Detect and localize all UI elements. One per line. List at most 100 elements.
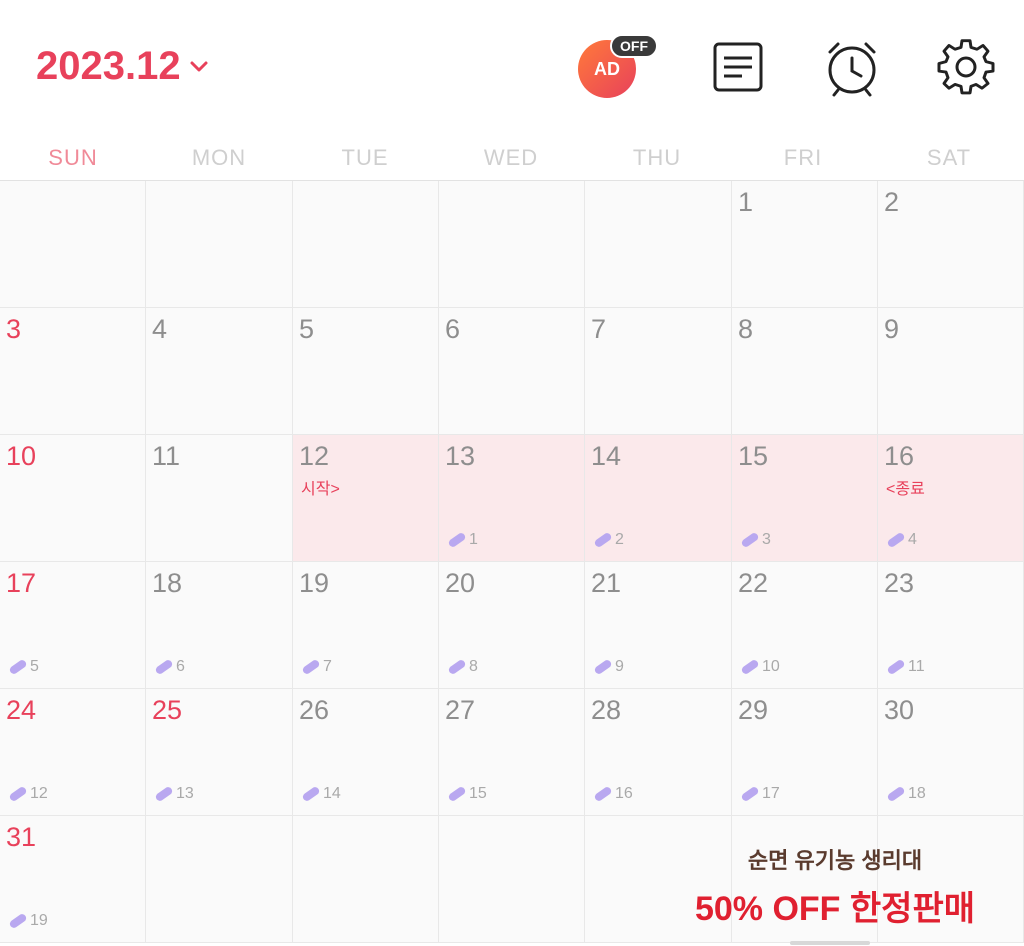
empty-day-cell[interactable] (146, 181, 293, 308)
day-number: 24 (6, 695, 37, 725)
pill-indicator: 10 (740, 658, 780, 676)
pill-day-count: 4 (908, 531, 917, 548)
pill-indicator: 2 (593, 531, 624, 549)
day-cell[interactable]: 31 19 (0, 816, 146, 943)
day-number: 1 (738, 187, 754, 217)
empty-day-cell[interactable] (439, 816, 585, 943)
gear-icon (937, 39, 995, 95)
day-cell[interactable]: 17 5 (0, 562, 146, 689)
settings-button[interactable] (936, 38, 996, 98)
day-cell[interactable]: 12 시작> (293, 435, 439, 562)
day-cell[interactable]: 4 (146, 308, 293, 435)
day-cell[interactable]: 18 6 (146, 562, 293, 689)
pill-icon (741, 533, 759, 547)
day-number: 22 (738, 568, 769, 598)
day-cell[interactable]: 7 (585, 308, 732, 435)
weekday-tue: TUE (341, 145, 389, 170)
ad-offer: 50% OFF 한정판매 (694, 890, 976, 928)
day-cell[interactable]: 23 11 (878, 562, 1024, 689)
day-number: 30 (884, 695, 915, 725)
pill-icon (448, 660, 466, 674)
weekday-thu: THU (632, 145, 682, 170)
weekday-header: SUN MON TUE WED THU FRI SAT (0, 135, 1024, 180)
day-number: 23 (884, 568, 915, 598)
weekday-fri: FRI (783, 145, 823, 170)
day-cell[interactable]: 9 (878, 308, 1024, 435)
day-number: 16 (884, 441, 915, 471)
day-number: 12 (299, 441, 330, 471)
month-label: 2023.12 (36, 44, 181, 88)
day-cell[interactable]: 27 15 (439, 689, 585, 816)
pill-icon (155, 787, 173, 801)
day-cell[interactable]: 29 17 (732, 689, 878, 816)
alarm-button[interactable] (822, 38, 882, 98)
day-cell[interactable]: 1 (732, 181, 878, 308)
pill-indicator: 16 (593, 785, 633, 803)
pill-day-count: 8 (469, 658, 478, 675)
pill-indicator: 8 (447, 658, 478, 676)
pill-icon (594, 787, 612, 801)
day-cell[interactable]: 24 12 (0, 689, 146, 816)
day-cell[interactable]: 21 9 (585, 562, 732, 689)
day-number: 6 (445, 314, 461, 344)
ad-badge-text: AD (594, 58, 620, 79)
calendar-grid: 1 2 3 4 5 6 7 8 9 10 11 12 시작> 13 1 14 2 15 3 16 <종료 4 17 5 18 6 1… (0, 180, 1024, 946)
pill-indicator: 6 (154, 658, 185, 676)
ad-banner[interactable]: 순면 유기농 생리대 50% OFF 한정판매 (690, 843, 980, 930)
ad-off-button[interactable]: AD OFF (576, 34, 658, 98)
day-number: 9 (884, 314, 900, 344)
empty-day-cell[interactable] (293, 816, 439, 943)
day-number: 15 (738, 441, 769, 471)
period-note: <종료 (886, 481, 925, 498)
pill-day-count: 15 (469, 785, 487, 802)
day-number: 17 (6, 568, 37, 598)
day-cell[interactable]: 20 8 (439, 562, 585, 689)
pill-icon (594, 533, 612, 547)
empty-day-cell[interactable] (585, 181, 732, 308)
day-number: 5 (299, 314, 315, 344)
pill-indicator: 19 (8, 912, 48, 930)
notes-button[interactable] (708, 38, 768, 98)
empty-day-cell[interactable] (0, 181, 146, 308)
alarm-icon (828, 42, 876, 97)
day-cell[interactable]: 14 2 (585, 435, 732, 562)
day-cell[interactable]: 30 18 (878, 689, 1024, 816)
pill-icon (9, 787, 27, 801)
pill-day-count: 9 (615, 658, 624, 675)
day-cell[interactable]: 5 (293, 308, 439, 435)
day-cell[interactable]: 25 13 (146, 689, 293, 816)
empty-day-cell[interactable] (293, 181, 439, 308)
pill-indicator: 1 (447, 531, 478, 549)
day-cell[interactable]: 6 (439, 308, 585, 435)
month-selector[interactable]: 2023.12 (36, 44, 209, 89)
empty-day-cell[interactable] (146, 816, 293, 943)
pill-indicator: 18 (886, 785, 926, 803)
day-number: 14 (591, 441, 622, 471)
day-cell[interactable]: 15 3 (732, 435, 878, 562)
pill-icon (887, 660, 905, 674)
pill-day-count: 6 (176, 658, 185, 675)
day-cell[interactable]: 3 (0, 308, 146, 435)
day-number: 28 (591, 695, 622, 725)
empty-day-cell[interactable] (439, 181, 585, 308)
day-number: 25 (152, 695, 183, 725)
day-cell[interactable]: 22 10 (732, 562, 878, 689)
day-cell[interactable]: 28 16 (585, 689, 732, 816)
ad-headline: 순면 유기농 생리대 (747, 848, 923, 873)
day-cell[interactable]: 16 <종료 4 (878, 435, 1024, 562)
day-number: 10 (6, 441, 37, 471)
day-cell[interactable]: 19 7 (293, 562, 439, 689)
day-cell[interactable]: 10 (0, 435, 146, 562)
day-cell[interactable]: 11 (146, 435, 293, 562)
pill-icon (741, 660, 759, 674)
pill-indicator: 7 (301, 658, 332, 676)
weekday-mon: MON (191, 145, 247, 170)
pill-icon (302, 660, 320, 674)
day-cell[interactable]: 26 14 (293, 689, 439, 816)
day-number: 31 (6, 822, 37, 852)
pill-indicator: 4 (886, 531, 917, 549)
day-cell[interactable]: 8 (732, 308, 878, 435)
day-cell[interactable]: 2 (878, 181, 1024, 308)
day-number: 13 (445, 441, 476, 471)
day-cell[interactable]: 13 1 (439, 435, 585, 562)
